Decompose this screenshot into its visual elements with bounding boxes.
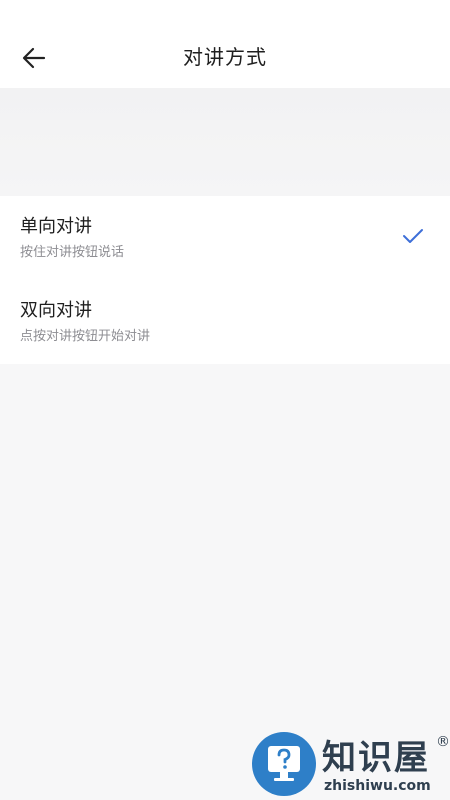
page-title: 对讲方式 [183, 45, 267, 69]
option-one-way-intercom[interactable]: 单向对讲 按住对讲按钮说话 [0, 196, 450, 280]
watermark-domain: zhishiwu.com [324, 778, 431, 794]
option-description: 点按对讲按钮开始对讲 [20, 329, 151, 344]
intercom-mode-list: 单向对讲 按住对讲按钮说话 双向对讲 点按对讲按钮开始对讲 [0, 196, 450, 364]
option-label: 单向对讲 [20, 216, 92, 237]
watermark-brand: 知识屋 [322, 738, 430, 778]
option-label: 双向对讲 [20, 300, 92, 321]
option-two-way-intercom[interactable]: 双向对讲 点按对讲按钮开始对讲 [0, 280, 450, 364]
registered-mark: ® [436, 734, 450, 750]
checkmark-icon [403, 229, 423, 243]
option-description: 按住对讲按钮说话 [20, 245, 125, 260]
app-header: 对讲方式 [0, 0, 450, 88]
monitor-question-icon [252, 732, 316, 796]
section-spacer [0, 88, 450, 196]
watermark-logo: 知识屋 zhishiwu.com ® [252, 732, 450, 800]
